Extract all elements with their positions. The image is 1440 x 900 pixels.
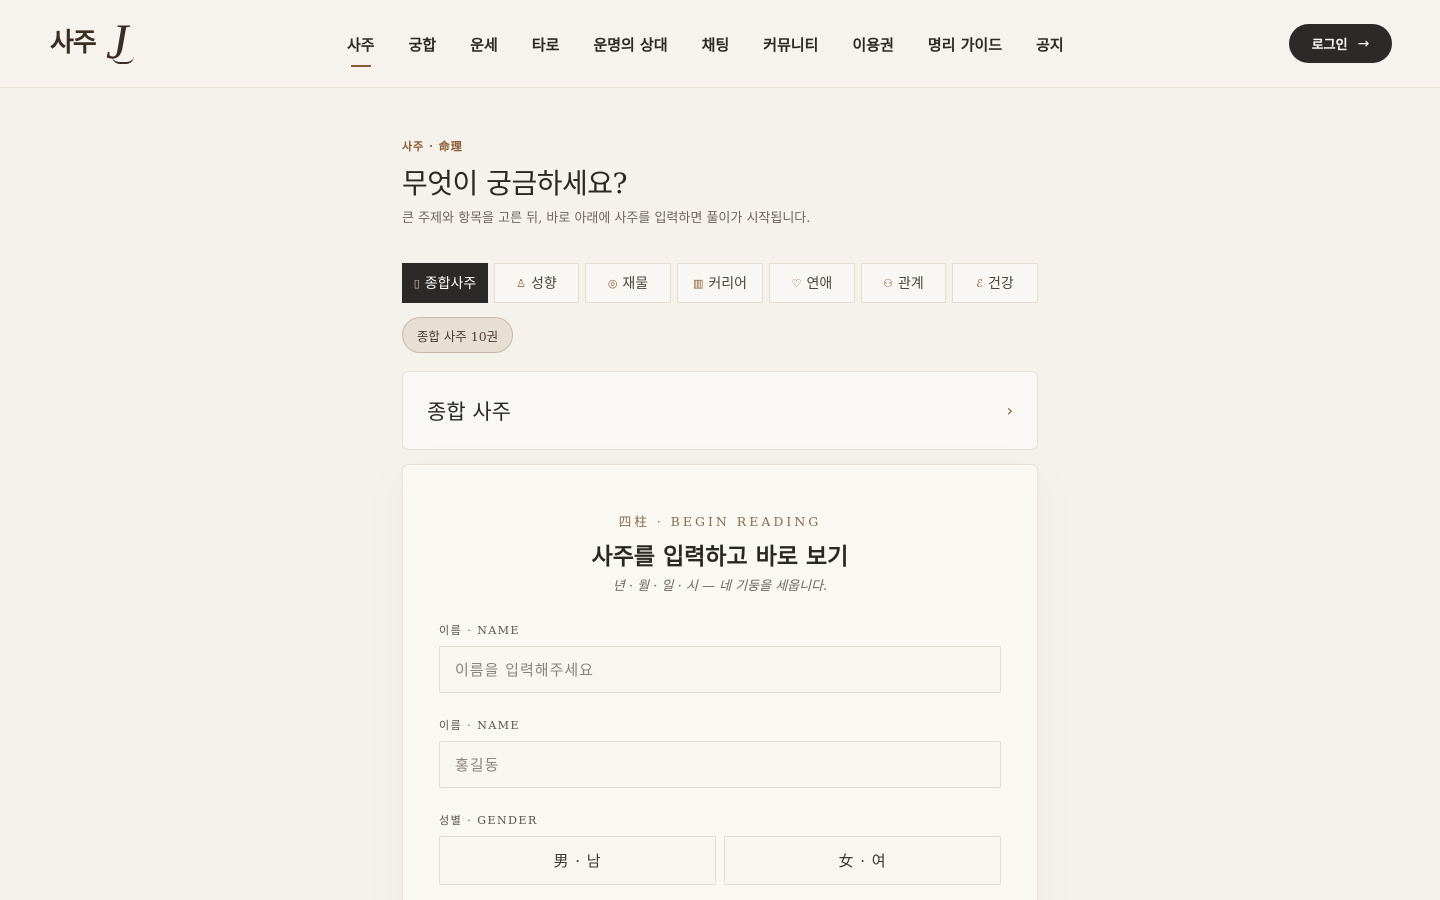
topic-card[interactable]: 종합 사주 › [402, 371, 1038, 450]
tab-label: 관계 [898, 276, 924, 292]
name2-label: 이름 · NAME [439, 719, 521, 732]
nav-item-tarot[interactable]: 타로 [532, 0, 560, 88]
arrow-right-icon: → [1357, 35, 1370, 52]
people-icon: ⚇ [883, 276, 894, 290]
tab-label: 재물 [622, 276, 649, 292]
book-icon: ▯ [413, 276, 420, 290]
page-title: 무엇이 궁금하세요? [402, 167, 628, 200]
login-button[interactable]: 로그인 → [1289, 24, 1392, 63]
gender-male-button[interactable]: 男 · 남 [439, 836, 716, 885]
tab-label: 성향 [531, 276, 557, 292]
tab-love[interactable]: ♡ 연애 [769, 263, 855, 303]
nav-item-notice[interactable]: 공지 [1036, 0, 1064, 88]
coins-icon: ◎ [607, 276, 618, 290]
topic-title: 종합 사주 [427, 399, 511, 424]
gender-label: 성별 · GENDER [439, 814, 538, 827]
tab-label: 연애 [806, 276, 833, 292]
building-icon: ▥ [692, 276, 704, 290]
logo-swash [112, 56, 134, 64]
nav-item-fortune[interactable]: 운세 [470, 0, 498, 88]
nav-item-destined-partner[interactable]: 운명의 상대 [593, 0, 667, 88]
nav-item-saju[interactable]: 사주 [347, 0, 375, 88]
heart-icon: ♡ [791, 276, 802, 290]
nav-item-community[interactable]: 커뮤니티 [763, 0, 818, 88]
form-title: 사주를 입력하고 바로 보기 [591, 543, 849, 570]
leaf-icon: ℰ [976, 276, 983, 290]
logo[interactable]: 사주 J [50, 13, 140, 69]
name-label: 이름 · NAME [439, 624, 521, 637]
person-icon: ♙ [516, 276, 527, 290]
page-subtitle: 큰 주제와 항목을 고른 뒤, 바로 아래에 사주를 입력하면 풀이가 시작됩니… [402, 211, 811, 226]
tab-label: 건강 [987, 276, 1014, 292]
form-eyebrow: 四柱 · BEGIN READING [618, 514, 822, 529]
logo-text: 사주 [50, 28, 97, 58]
tab-wealth[interactable]: ◎ 재물 [585, 263, 671, 303]
name-input[interactable] [439, 646, 1001, 693]
main-nav: 사주 궁합 운세 타로 운명의 상대 채팅 커뮤니티 이용권 명리 가이드 공지 [330, 0, 1081, 88]
site-header: 사주 J 사주 궁합 운세 타로 운명의 상대 채팅 커뮤니티 이용권 명리 가… [0, 0, 1440, 88]
tab-personality[interactable]: ♙ 성향 [494, 263, 579, 303]
sub-category-pill[interactable]: 종합 사주 10권 [402, 317, 513, 353]
nav-item-chat[interactable]: 채팅 [702, 0, 730, 88]
login-label: 로그인 [1311, 38, 1348, 53]
chevron-right-icon: › [1006, 401, 1013, 420]
section-eyebrow: 사주 · 命理 [402, 140, 463, 153]
name2-input[interactable] [439, 741, 1001, 788]
tab-label: 종합사주 [424, 276, 477, 292]
tab-relationship[interactable]: ⚇ 관계 [861, 263, 946, 303]
nav-item-compatibility[interactable]: 궁합 [409, 0, 437, 88]
gender-female-button[interactable]: 女 · 여 [724, 836, 1001, 885]
tab-health[interactable]: ℰ 건강 [952, 263, 1038, 303]
tab-comprehensive[interactable]: ▯ 종합사주 [402, 263, 488, 303]
tab-label: 커리어 [708, 276, 748, 292]
tab-career[interactable]: ▥ 커리어 [677, 263, 763, 303]
form-subtitle: 년 · 월 · 일 · 시 — 네 기둥을 세웁니다. [612, 579, 828, 594]
category-tabs: ▯ 종합사주 ♙ 성향 ◎ 재물 ▥ 커리어 ♡ 연애 ⚇ 관계 ℰ 건강 [402, 263, 1038, 303]
nav-item-guide[interactable]: 명리 가이드 [928, 0, 1002, 88]
nav-item-pass[interactable]: 이용권 [852, 0, 893, 88]
saju-input-form: 四柱 · BEGIN READING 사주를 입력하고 바로 보기 년 · 월 … [402, 464, 1038, 900]
